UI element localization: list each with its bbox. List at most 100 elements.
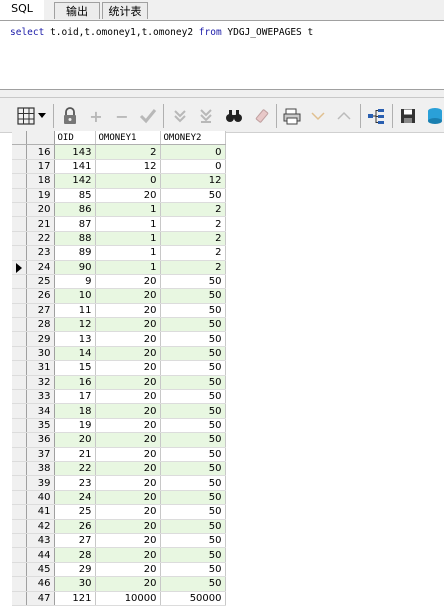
row-indicator-cell[interactable] [12, 504, 27, 520]
cell-oid[interactable]: 18 [54, 403, 96, 419]
table-row[interactable]: 35 19 20 50 [12, 418, 226, 434]
cell-omoney2[interactable]: 50 [160, 375, 226, 391]
cell-omoney1[interactable]: 20 [95, 188, 161, 203]
cell-oid[interactable]: 89 [54, 245, 96, 261]
table-row[interactable]: 25 9 20 50 [12, 274, 226, 290]
table-row[interactable]: 32 16 20 50 [12, 375, 226, 391]
cell-omoney2[interactable]: 50 [160, 547, 226, 563]
cell-omoney2[interactable]: 2 [160, 260, 226, 275]
row-indicator-cell[interactable] [12, 432, 27, 448]
table-row[interactable]: 40 24 20 50 [12, 490, 226, 506]
dropdown-icon[interactable] [36, 106, 48, 126]
cell-omoney1[interactable]: 20 [95, 303, 161, 319]
cell-oid[interactable]: 86 [54, 202, 96, 218]
column-header-oid[interactable]: OID [54, 131, 96, 146]
row-indicator-cell[interactable] [12, 159, 27, 175]
cell-omoney2[interactable]: 50 [160, 461, 226, 477]
database-icon[interactable] [426, 106, 444, 126]
next-record-icon[interactable] [170, 106, 190, 126]
cell-omoney2[interactable]: 50 [160, 331, 226, 347]
cell-omoney1[interactable]: 10000 [95, 591, 161, 606]
row-indicator-cell[interactable] [12, 231, 27, 247]
cell-omoney1[interactable]: 20 [95, 418, 161, 434]
lock-icon[interactable] [60, 106, 80, 126]
cell-omoney1[interactable]: 1 [95, 245, 161, 261]
row-indicator-cell[interactable] [12, 403, 27, 419]
row-indicator-cell[interactable] [12, 274, 27, 290]
grid-icon[interactable] [16, 106, 36, 126]
table-row[interactable]: 19 85 20 50 [12, 188, 226, 203]
table-row[interactable]: 29 13 20 50 [12, 331, 226, 347]
row-indicator-cell[interactable] [12, 389, 27, 405]
cell-oid[interactable]: 85 [54, 188, 96, 203]
cell-oid[interactable]: 11 [54, 303, 96, 319]
cell-omoney2[interactable]: 2 [160, 202, 226, 218]
cell-oid[interactable]: 88 [54, 231, 96, 247]
cell-omoney1[interactable]: 20 [95, 562, 161, 578]
cell-omoney1[interactable]: 20 [95, 375, 161, 391]
row-indicator-cell[interactable] [12, 260, 27, 275]
cell-omoney1[interactable]: 20 [95, 533, 161, 549]
sql-editor[interactable]: select t.oid,t.omoney1,t.omoney2 from YD… [0, 20, 444, 90]
row-indicator-cell[interactable] [12, 576, 27, 592]
row-indicator-cell[interactable] [12, 216, 27, 232]
tab-statistics[interactable]: 统计表 [102, 2, 148, 19]
table-row[interactable]: 45 29 20 50 [12, 562, 226, 578]
cell-oid[interactable]: 19 [54, 418, 96, 434]
cell-omoney1[interactable]: 20 [95, 504, 161, 520]
row-indicator-cell[interactable] [12, 317, 27, 333]
cell-omoney1[interactable]: 20 [95, 475, 161, 491]
row-indicator-cell[interactable] [12, 418, 27, 434]
cell-omoney1[interactable]: 20 [95, 389, 161, 405]
table-row[interactable]: 37 21 20 50 [12, 447, 226, 462]
cell-omoney2[interactable]: 50 [160, 475, 226, 491]
cell-omoney1[interactable]: 20 [95, 432, 161, 448]
row-indicator-cell[interactable] [12, 461, 27, 477]
table-row[interactable]: 36 20 20 50 [12, 432, 226, 448]
table-row[interactable]: 33 17 20 50 [12, 389, 226, 405]
print-icon[interactable] [282, 106, 302, 126]
cell-omoney2[interactable]: 50 [160, 389, 226, 405]
table-row[interactable]: 18 142 0 12 [12, 173, 226, 189]
cell-omoney1[interactable]: 12 [95, 159, 161, 175]
cell-omoney1[interactable]: 1 [95, 216, 161, 232]
tree-icon[interactable] [366, 106, 386, 126]
cell-omoney1[interactable]: 0 [95, 173, 161, 189]
clear-icon[interactable] [252, 106, 272, 126]
table-row[interactable]: 41 25 20 50 [12, 504, 226, 520]
cell-oid[interactable]: 30 [54, 576, 96, 592]
cell-oid[interactable]: 141 [54, 159, 96, 175]
cell-omoney1[interactable]: 1 [95, 231, 161, 247]
cell-omoney1[interactable]: 20 [95, 274, 161, 290]
cell-oid[interactable]: 15 [54, 360, 96, 376]
cell-oid[interactable]: 17 [54, 389, 96, 405]
table-row[interactable]: 20 86 1 2 [12, 202, 226, 218]
row-indicator-cell[interactable] [12, 490, 27, 506]
row-indicator-cell[interactable] [12, 188, 27, 203]
table-row[interactable]: 17 141 12 0 [12, 159, 226, 175]
table-row[interactable]: 23 89 1 2 [12, 245, 226, 261]
cell-oid[interactable]: 12 [54, 317, 96, 333]
cell-omoney2[interactable]: 50000 [160, 591, 226, 606]
cell-oid[interactable]: 10 [54, 288, 96, 304]
cell-omoney1[interactable]: 20 [95, 461, 161, 477]
cell-omoney2[interactable]: 50 [160, 504, 226, 520]
table-row[interactable]: 46 30 20 50 [12, 576, 226, 592]
cell-omoney2[interactable]: 50 [160, 576, 226, 592]
row-indicator-cell[interactable] [12, 144, 27, 160]
cell-omoney2[interactable]: 50 [160, 274, 226, 290]
cell-oid[interactable]: 22 [54, 461, 96, 477]
add-icon[interactable]: + [86, 106, 106, 126]
find-icon[interactable] [224, 106, 244, 126]
row-indicator-cell[interactable] [12, 547, 27, 563]
row-indicator-cell[interactable] [12, 288, 27, 304]
cell-oid[interactable]: 27 [54, 533, 96, 549]
cell-omoney2[interactable]: 2 [160, 216, 226, 232]
table-row[interactable]: 21 87 1 2 [12, 216, 226, 232]
cell-oid[interactable]: 16 [54, 375, 96, 391]
cell-oid[interactable]: 26 [54, 519, 96, 534]
cell-oid[interactable]: 87 [54, 216, 96, 232]
table-row[interactable]: 24 90 1 2 [12, 260, 226, 275]
cell-oid[interactable]: 9 [54, 274, 96, 290]
cell-omoney2[interactable]: 50 [160, 432, 226, 448]
